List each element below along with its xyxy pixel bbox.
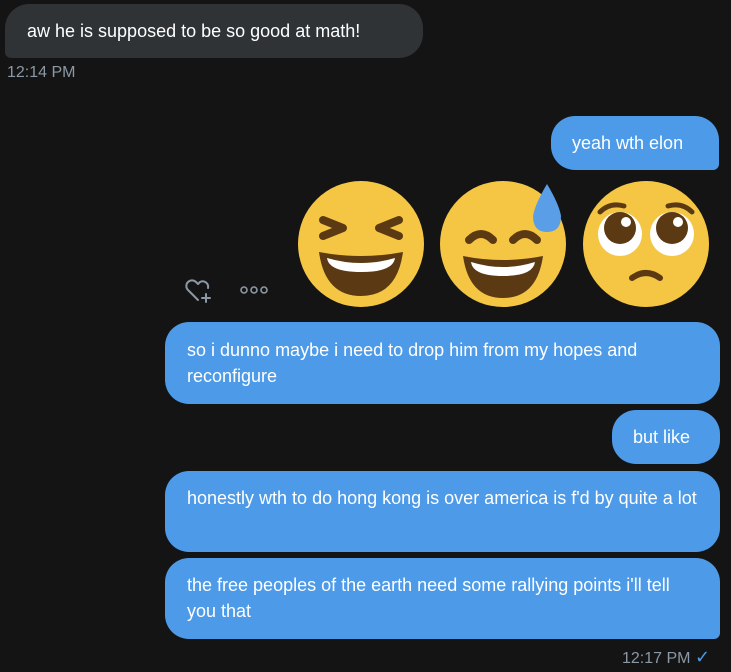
message-timestamp: 12:14 PM [7,64,76,81]
read-check-icon: ✓ [694,647,711,667]
sent-message[interactable]: yeah wth elon [551,116,719,170]
sent-message[interactable]: the free peoples of the earth need some … [165,558,720,639]
sent-message[interactable]: honestly wth to do hong kong is over ame… [165,471,720,552]
pleading-face-emoji [583,181,709,307]
timestamp-text: 12:17 PM [622,650,691,667]
message-text: honestly wth to do hong kong is over ame… [187,488,697,508]
message-timestamp: 12:17 PM ✓ [622,647,710,668]
message-text: so i dunno maybe i need to drop him from… [187,340,638,386]
sent-message[interactable]: but like [612,410,720,464]
message-text: yeah wth elon [572,133,684,153]
grinning-squinting-face-emoji [298,181,424,307]
sent-message[interactable]: so i dunno maybe i need to drop him from… [165,322,720,404]
more-dots-icon[interactable] [239,284,269,296]
message-text: but like [633,427,691,447]
heart-plus-icon[interactable] [184,276,216,304]
received-message[interactable]: aw he is supposed to be so good at math! [5,4,423,58]
message-text: aw he is supposed to be so good at math! [27,21,361,41]
grinning-face-with-sweat-emoji [440,181,566,307]
message-text: the free peoples of the earth need some … [187,575,670,621]
